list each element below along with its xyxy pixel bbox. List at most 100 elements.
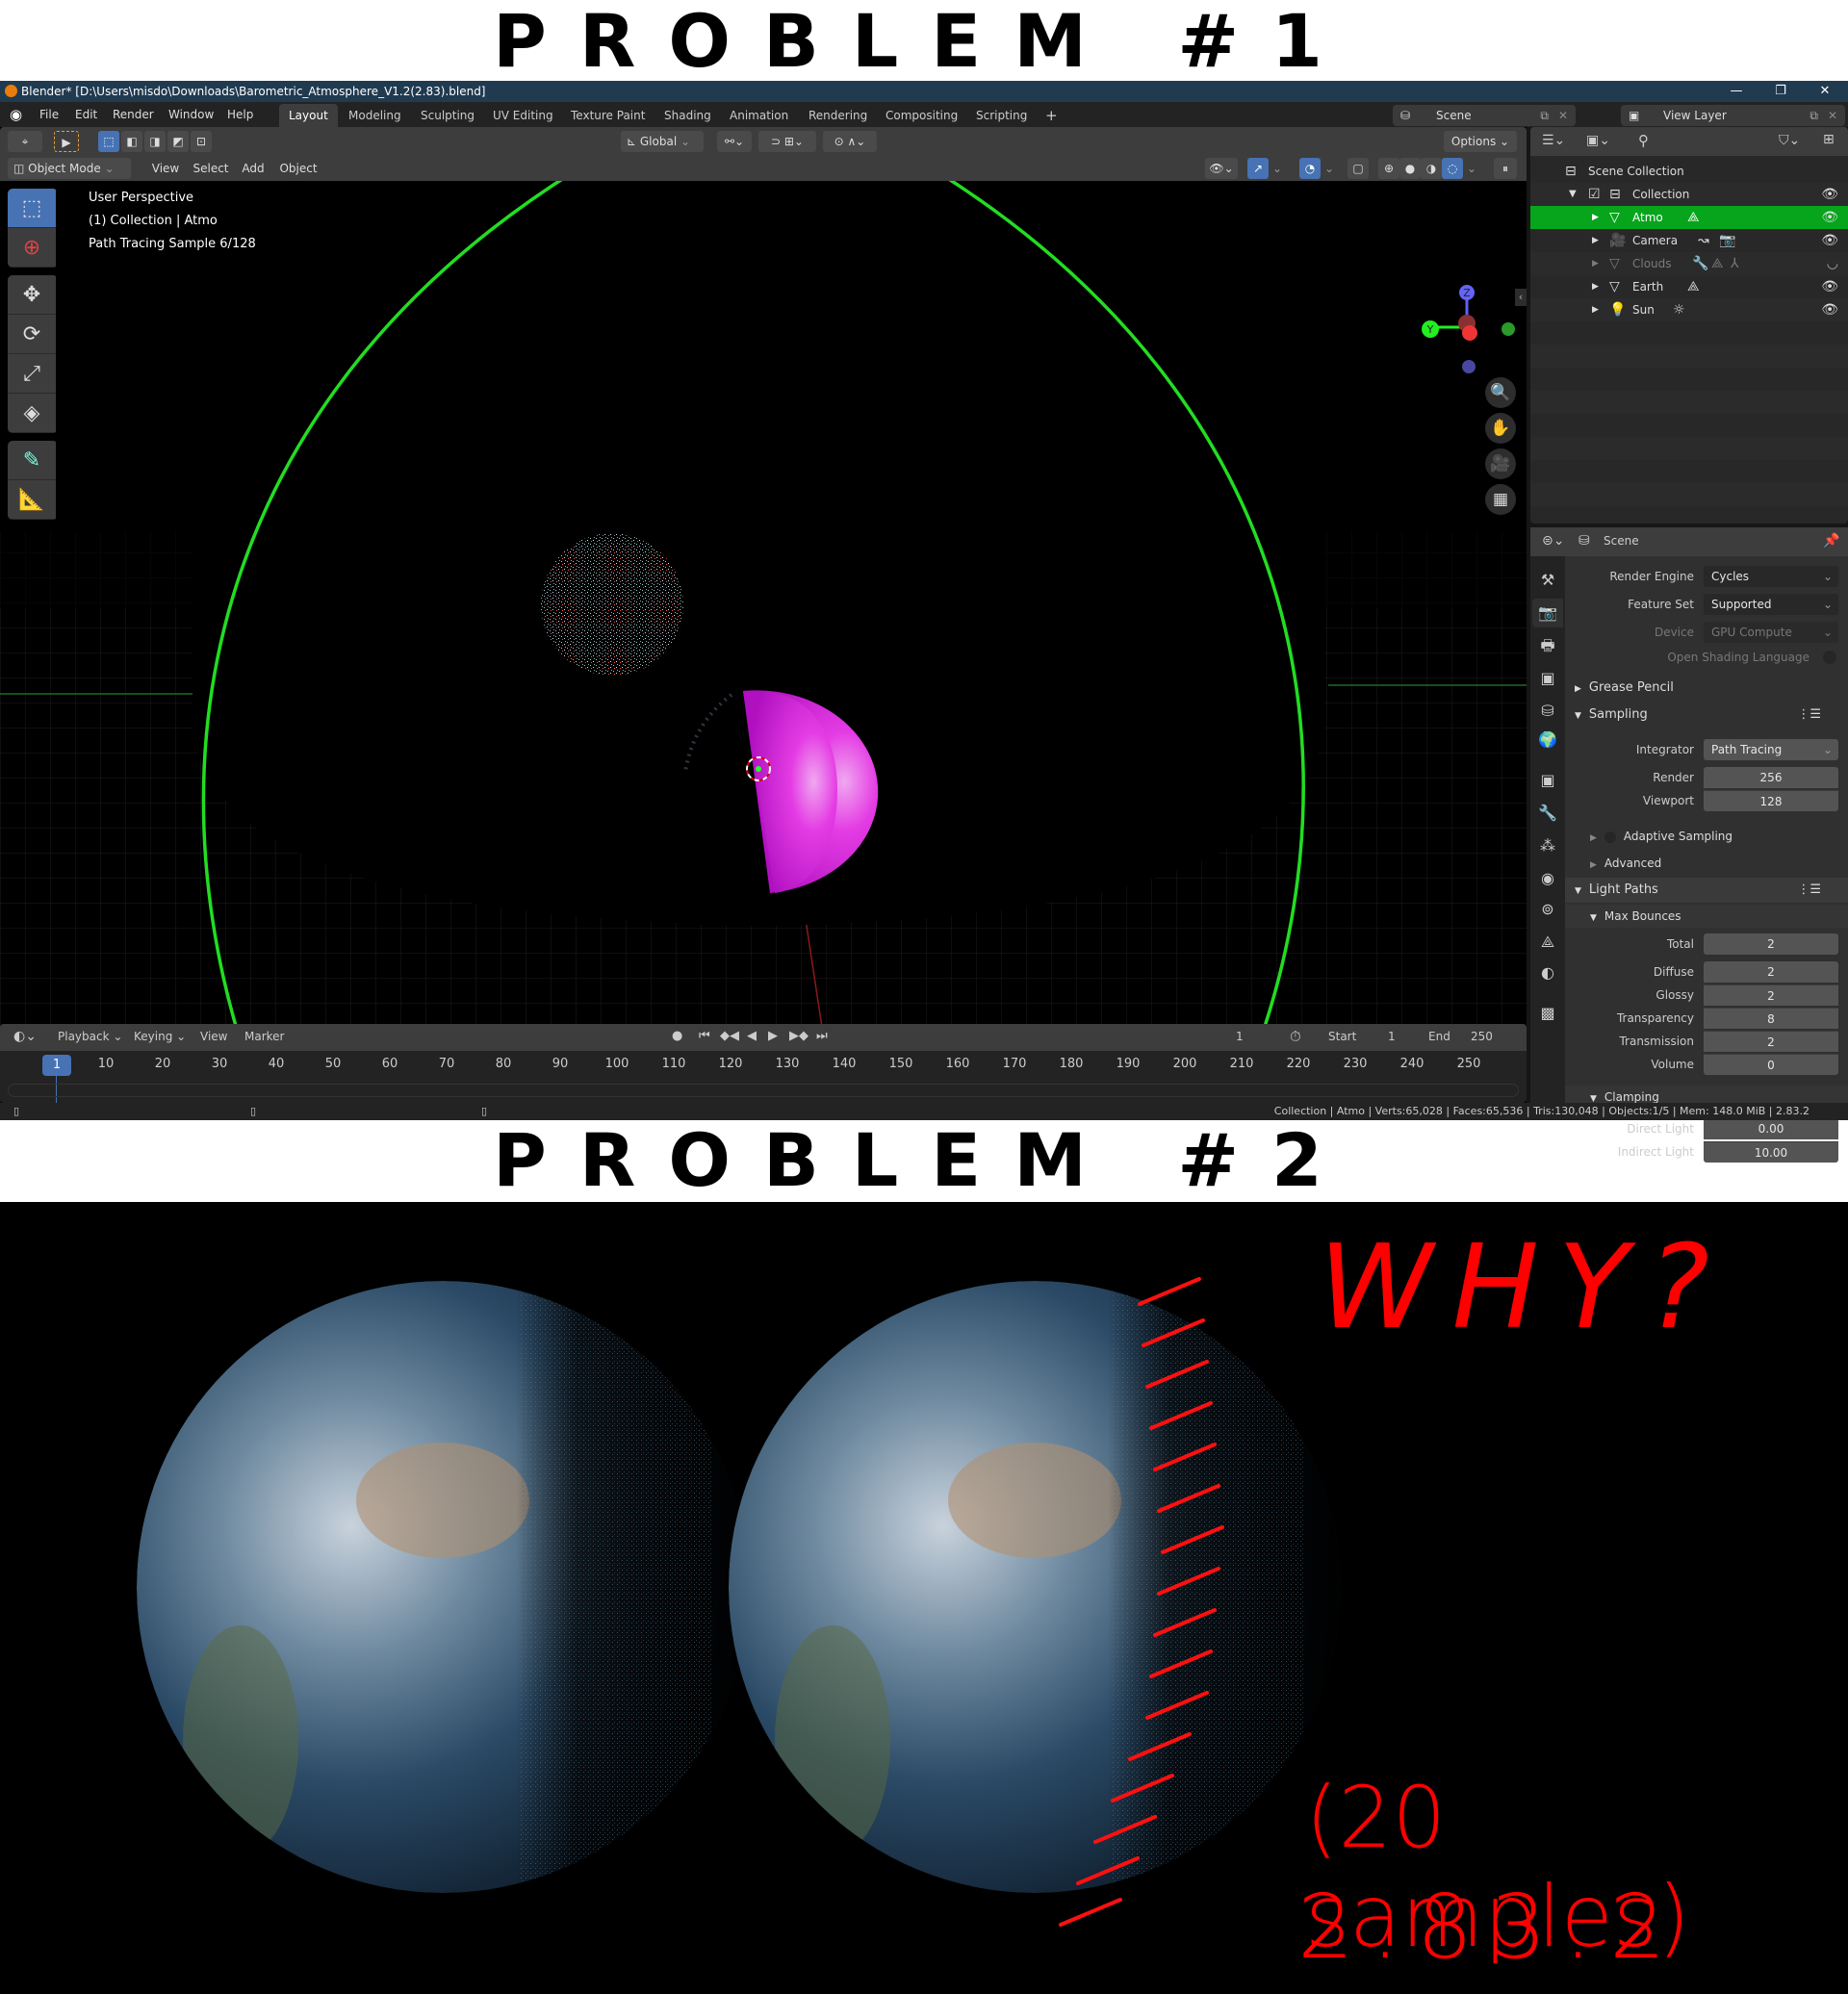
scene-tab-icon[interactable]: ⛁	[1532, 697, 1563, 726]
options-dropdown[interactable]: Options ⌄	[1444, 131, 1517, 152]
select-box-tool-icon[interactable]: ⬚	[8, 189, 56, 228]
shading-solid-icon[interactable]: ●	[1399, 158, 1421, 179]
viewport-menu-object[interactable]: Object	[275, 158, 321, 179]
transmission-bounces-field[interactable]: 2	[1704, 1031, 1838, 1052]
pivot-point-icon[interactable]: ⚯⌄	[717, 131, 752, 152]
ortho-toggle-icon[interactable]: ▦	[1485, 484, 1516, 515]
shading-wireframe-icon[interactable]: ⊕	[1378, 158, 1399, 179]
current-frame-field[interactable]: 1	[1236, 1030, 1244, 1043]
annotate-tool-icon[interactable]: ✎	[8, 441, 56, 480]
particles-icon[interactable]: ⅄	[1731, 252, 1739, 275]
play-reverse-icon[interactable]: ◀	[747, 1029, 757, 1043]
menu-file[interactable]: File	[39, 106, 59, 123]
viewport-menu-select[interactable]: Select	[189, 158, 233, 179]
filter-icon[interactable]: ⛉⌄	[1779, 133, 1800, 148]
advanced-panel[interactable]: ▶ Advanced	[1565, 852, 1848, 875]
scale-tool-icon[interactable]: ⤢	[8, 354, 56, 394]
jump-start-icon[interactable]: ⏮	[699, 1029, 710, 1043]
expand-icon[interactable]: ▶	[1592, 252, 1599, 275]
timeline-scrollbar[interactable]	[8, 1084, 1519, 1097]
eye-icon[interactable]: 👁	[1821, 183, 1838, 206]
pause-render-icon[interactable]: ⏸	[1494, 158, 1517, 179]
expand-icon[interactable]: ▶	[1592, 298, 1599, 321]
outliner-row-clouds[interactable]: ▶ ▽ Clouds 🔧 ⟁ ⅄ ◡	[1530, 252, 1848, 275]
physics-tab-icon[interactable]: ◉	[1532, 864, 1563, 893]
overlays-dropdown[interactable]: ⌄	[1322, 158, 1336, 179]
expand-icon[interactable]: ▼	[1569, 183, 1577, 206]
eye-icon[interactable]: 👁	[1821, 275, 1838, 298]
proportional-edit-icon[interactable]: ⊙ ∧⌄	[823, 131, 877, 152]
modifier-icon[interactable]: 🔧	[1692, 252, 1708, 275]
3d-viewport[interactable]: ⌖ ▶ ⬚ ◧ ◨ ◩ ⊡ ⊾ Global ⌄ ⚯⌄ ⊃ ⊞⌄ ⊙ ∧⌄ Op…	[0, 127, 1527, 1103]
diffuse-bounces-field[interactable]: 2	[1704, 961, 1838, 983]
record-icon[interactable]: ●	[672, 1029, 682, 1043]
eye-icon[interactable]: 👁	[1821, 298, 1838, 321]
display-mode-icon[interactable]: ☰⌄	[1542, 133, 1565, 148]
jump-end-icon[interactable]: ⏭	[816, 1029, 828, 1043]
outliner-row-scene-collection[interactable]: ⊟ Scene Collection	[1530, 160, 1848, 183]
device-dropdown[interactable]: GPU Compute ⌄	[1704, 622, 1838, 643]
sidebar-toggle-icon[interactable]: ‹	[1515, 289, 1527, 306]
constraint-icon[interactable]: ↝	[1698, 229, 1709, 252]
tab-uv-editing[interactable]: UV Editing	[483, 104, 563, 127]
editor-type-icon[interactable]: ⊜⌄	[1542, 533, 1564, 549]
eye-icon[interactable]: 👁	[1821, 206, 1838, 229]
exclude-checkbox[interactable]: ☑	[1588, 183, 1601, 206]
editor-type-icon[interactable]: ◐⌄	[13, 1029, 37, 1044]
expand-icon[interactable]: ▶	[1592, 275, 1599, 298]
tab-rendering[interactable]: Rendering	[799, 104, 877, 127]
outliner-row-earth[interactable]: ▶ ▽ Earth ⟁ 👁	[1530, 275, 1848, 298]
pin-icon[interactable]: 📌	[1823, 533, 1839, 549]
transform-tool-icon[interactable]: ◈	[8, 394, 56, 433]
blender-menu-icon[interactable]: ◉	[10, 106, 22, 123]
stopwatch-icon[interactable]: ⏱	[1290, 1028, 1301, 1045]
show-gizmo-icon[interactable]: ↗	[1247, 158, 1269, 179]
tab-shading[interactable]: Shading	[654, 104, 721, 127]
sampling-panel[interactable]: ▼ Sampling ⋮☰	[1565, 703, 1848, 728]
eye-icon[interactable]: 👁	[1821, 229, 1838, 252]
sun-data-icon[interactable]: ☼	[1673, 298, 1685, 321]
view-layer-selector[interactable]: ▣ View Layer ⧉ ✕	[1621, 105, 1845, 126]
camera-data-icon[interactable]: 📷	[1719, 229, 1735, 252]
eye-closed-icon[interactable]: ◡	[1827, 252, 1838, 275]
new-view-layer-icon[interactable]: ⧉	[1810, 105, 1818, 126]
select-extend-icon[interactable]: ◧	[121, 131, 142, 152]
navigation-gizmo[interactable]: Z Y	[1415, 273, 1521, 379]
tab-scripting[interactable]: Scripting	[966, 104, 1037, 127]
transparency-bounces-field[interactable]: 8	[1704, 1008, 1838, 1029]
expand-icon[interactable]: ▶	[1592, 206, 1599, 229]
view-layer-tab-icon[interactable]: ▣	[1532, 664, 1563, 693]
outliner-row-sun[interactable]: ▶ 💡 Sun ☼ 👁	[1530, 298, 1848, 321]
render-engine-dropdown[interactable]: Cycles ⌄	[1704, 566, 1838, 587]
select-intersect-icon[interactable]: ⊡	[191, 131, 212, 152]
end-frame-field[interactable]: 250	[1471, 1030, 1493, 1043]
constraints-tab-icon[interactable]: ⊚	[1532, 895, 1563, 924]
tab-animation[interactable]: Animation	[720, 104, 798, 127]
view-layer-filter-icon[interactable]: ▣⌄	[1586, 133, 1610, 148]
next-keyframe-icon[interactable]: ▶◆	[789, 1029, 808, 1043]
maximize-button[interactable]: ❐	[1761, 81, 1800, 102]
particles-tab-icon[interactable]: ⁂	[1532, 831, 1563, 860]
grease-pencil-panel[interactable]: ▶ Grease Pencil	[1565, 676, 1848, 701]
tab-layout[interactable]: Layout	[279, 104, 338, 127]
gizmo-dropdown[interactable]: ⌄	[1270, 158, 1284, 179]
camera-view-icon[interactable]: 🎥	[1485, 448, 1516, 479]
rotate-tool-icon[interactable]: ⟳	[8, 315, 56, 354]
volume-bounces-field[interactable]: 0	[1704, 1054, 1838, 1075]
timeline-menu-view[interactable]: View	[200, 1030, 227, 1043]
select-subtract-icon[interactable]: ◨	[144, 131, 166, 152]
osl-checkbox[interactable]	[1823, 651, 1836, 664]
mesh-data-icon[interactable]: ⟁	[1687, 206, 1700, 229]
glossy-bounces-field[interactable]: 2	[1704, 984, 1838, 1006]
adaptive-sampling-panel[interactable]: ▶ Adaptive Sampling	[1565, 825, 1848, 848]
new-collection-icon[interactable]: ⊞	[1823, 132, 1835, 147]
menu-help[interactable]: Help	[227, 106, 253, 123]
gizmo-neg-y-axis[interactable]	[1502, 322, 1515, 336]
tab-sculpting[interactable]: Sculpting	[411, 104, 484, 127]
outliner-row-atmo[interactable]: ▶ ▽ Atmo ⟁ 👁	[1530, 206, 1848, 229]
xray-toggle-icon[interactable]: ▢	[1348, 158, 1369, 179]
shading-rendered-icon[interactable]: ◌	[1442, 158, 1463, 179]
shading-dropdown[interactable]: ⌄	[1465, 158, 1478, 179]
menu-window[interactable]: Window	[168, 106, 214, 123]
playhead[interactable]: 1	[42, 1055, 71, 1076]
